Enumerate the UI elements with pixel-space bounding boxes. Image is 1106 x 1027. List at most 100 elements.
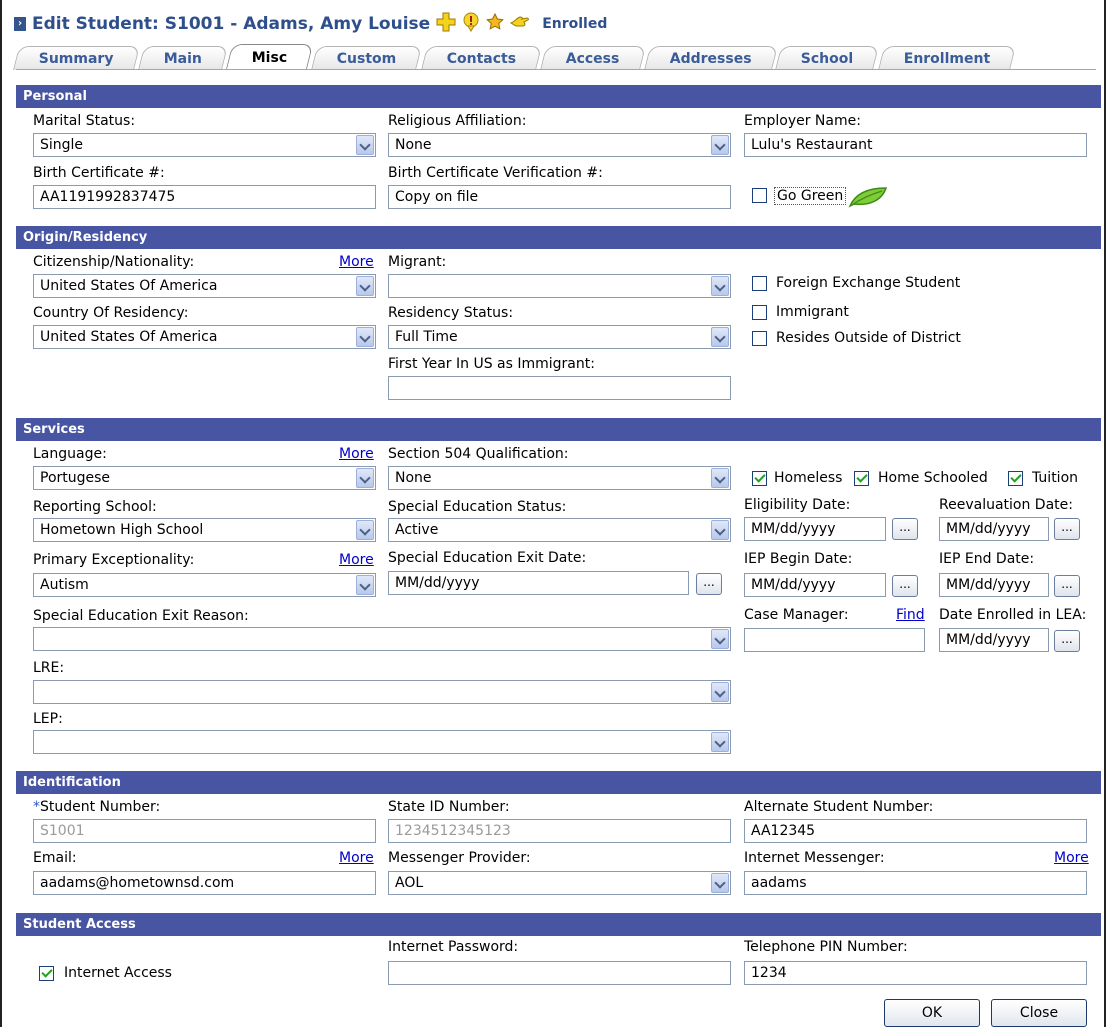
citizenship-more-link[interactable]: More <box>339 254 374 270</box>
alert-icon[interactable] <box>462 12 480 36</box>
alternate-number-input[interactable]: AA12345 <box>744 819 1087 843</box>
chevron-down-icon[interactable] <box>356 135 374 155</box>
email-more-link[interactable]: More <box>339 850 374 866</box>
iep-begin-date-input[interactable]: MM/dd/yyyy <box>744 573 886 597</box>
homeless-checkbox[interactable] <box>752 471 767 486</box>
section-504-label: Section 504 Qualification: <box>388 446 569 462</box>
foreign-exchange-checkbox[interactable] <box>752 276 767 291</box>
reevaluation-date-input[interactable]: MM/dd/yyyy <box>939 517 1049 541</box>
internet-access-checkbox[interactable] <box>39 966 54 981</box>
reevaluation-date-picker-button[interactable]: ... <box>1054 518 1080 540</box>
employer-name-label: Employer Name: <box>744 113 861 129</box>
employer-name-input[interactable]: Lulu's Restaurant <box>744 133 1087 157</box>
internet-messenger-input[interactable]: aadams <box>744 871 1087 895</box>
sped-exit-date-input[interactable]: MM/dd/yyyy <box>388 571 689 595</box>
email-input[interactable]: aadams@hometownsd.com <box>33 871 376 895</box>
language-select[interactable]: Portugese <box>33 466 376 490</box>
tab-main[interactable]: Main <box>137 46 228 70</box>
ok-button[interactable]: OK <box>884 999 980 1027</box>
chevron-down-icon[interactable] <box>711 520 729 540</box>
language-more-link[interactable]: More <box>339 446 374 462</box>
eligibility-date-input[interactable]: MM/dd/yyyy <box>744 517 886 541</box>
residency-status-select[interactable]: Full Time <box>388 325 731 349</box>
tab-enrollment[interactable]: Enrollment <box>877 46 1017 70</box>
plus-icon[interactable] <box>436 12 456 36</box>
tab-access[interactable]: Access <box>540 46 646 70</box>
tab-school[interactable]: School <box>775 46 880 70</box>
chevron-down-icon[interactable] <box>711 468 729 488</box>
tab-summary[interactable]: Summary <box>13 46 140 70</box>
tab-addresses[interactable]: Addresses <box>643 46 778 70</box>
resides-outside-checkbox[interactable] <box>752 331 767 346</box>
go-green-checkbox[interactable] <box>752 188 767 203</box>
telephone-pin-input[interactable]: 1234 <box>744 961 1087 985</box>
hand-icon[interactable] <box>510 14 530 34</box>
primary-exceptionality-more-link[interactable]: More <box>339 552 374 568</box>
chevron-down-icon[interactable] <box>711 682 729 702</box>
tab-custom[interactable]: Custom <box>311 46 423 70</box>
chevron-down-icon[interactable] <box>711 276 729 296</box>
chevron-down-icon[interactable] <box>711 873 729 893</box>
tab-divider <box>16 69 1096 70</box>
marital-status-select[interactable]: Single <box>33 133 376 157</box>
home-schooled-label: Home Schooled <box>878 470 988 486</box>
expand-icon[interactable]: › <box>14 17 26 31</box>
chevron-down-icon[interactable] <box>711 135 729 155</box>
citizenship-select[interactable]: United States Of America <box>33 274 376 298</box>
sped-exit-date-picker-button[interactable]: ... <box>696 573 722 595</box>
chevron-down-icon[interactable] <box>711 629 729 649</box>
chevron-down-icon[interactable] <box>356 276 374 296</box>
tab-misc[interactable]: Misc <box>225 44 314 70</box>
chevron-down-icon[interactable] <box>711 732 729 752</box>
section-origin-residency: Origin/Residency <box>16 226 1101 249</box>
birth-certificate-label: Birth Certificate #: <box>33 165 165 181</box>
migrant-select[interactable] <box>388 274 731 298</box>
religious-affiliation-select[interactable]: None <box>388 133 731 157</box>
iep-end-date-input[interactable]: MM/dd/yyyy <box>939 573 1049 597</box>
chevron-down-icon[interactable] <box>711 327 729 347</box>
iep-begin-date-picker-button[interactable]: ... <box>892 575 918 597</box>
tab-contacts[interactable]: Contacts <box>420 46 543 70</box>
tuition-checkbox[interactable] <box>1008 471 1023 486</box>
case-manager-find-link[interactable]: Find <box>896 607 925 623</box>
enrollment-status: Enrolled <box>542 16 608 32</box>
chevron-down-icon[interactable] <box>356 520 374 540</box>
messenger-provider-select[interactable]: AOL <box>388 871 731 895</box>
case-manager-input[interactable] <box>744 628 925 652</box>
date-enrolled-lea-input[interactable]: MM/dd/yyyy <box>939 628 1049 652</box>
sped-status-select[interactable]: Active <box>388 518 731 542</box>
title-bar: › Edit Student: S1001 - Adams, Amy Louis… <box>14 10 607 38</box>
reporting-school-select[interactable]: Hometown High School <box>33 518 376 542</box>
first-year-immigrant-input[interactable] <box>388 376 731 400</box>
chevron-down-icon[interactable] <box>356 327 374 347</box>
lre-select[interactable] <box>33 680 731 704</box>
country-of-residency-select[interactable]: United States Of America <box>33 325 376 349</box>
immigrant-checkbox[interactable] <box>752 305 767 320</box>
sped-exit-reason-select[interactable] <box>33 627 731 651</box>
tab-bar: Summary Main Misc Custom Contacts Access… <box>13 44 1106 70</box>
lep-select[interactable] <box>33 730 731 754</box>
eligibility-date-picker-button[interactable]: ... <box>892 518 918 540</box>
homeless-label: Homeless <box>774 470 843 486</box>
sped-status-label: Special Education Status: <box>388 499 567 515</box>
close-button[interactable]: Close <box>991 999 1087 1027</box>
primary-exceptionality-select[interactable]: Autism <box>33 573 376 597</box>
internet-password-input[interactable] <box>388 961 731 985</box>
section-504-select[interactable]: None <box>388 466 731 490</box>
residency-status-label: Residency Status: <box>388 305 514 321</box>
home-schooled-checkbox[interactable] <box>854 471 869 486</box>
star-icon[interactable] <box>486 12 505 35</box>
reevaluation-date-label: Reevaluation Date: <box>939 497 1073 513</box>
birth-certificate-input[interactable]: AA1191992837475 <box>33 185 376 209</box>
iep-end-date-picker-button[interactable]: ... <box>1054 575 1080 597</box>
section-identification: Identification <box>16 771 1101 794</box>
chevron-down-icon[interactable] <box>356 575 374 595</box>
birth-verification-input[interactable]: Copy on file <box>388 185 731 209</box>
eligibility-date-label: Eligibility Date: <box>744 497 851 513</box>
lep-label: LEP: <box>33 711 63 727</box>
date-enrolled-lea-picker-button[interactable]: ... <box>1054 630 1080 652</box>
go-green-label[interactable]: Go Green <box>774 187 847 205</box>
telephone-pin-label: Telephone PIN Number: <box>744 939 908 955</box>
chevron-down-icon[interactable] <box>356 468 374 488</box>
internet-messenger-more-link[interactable]: More <box>1054 850 1089 866</box>
